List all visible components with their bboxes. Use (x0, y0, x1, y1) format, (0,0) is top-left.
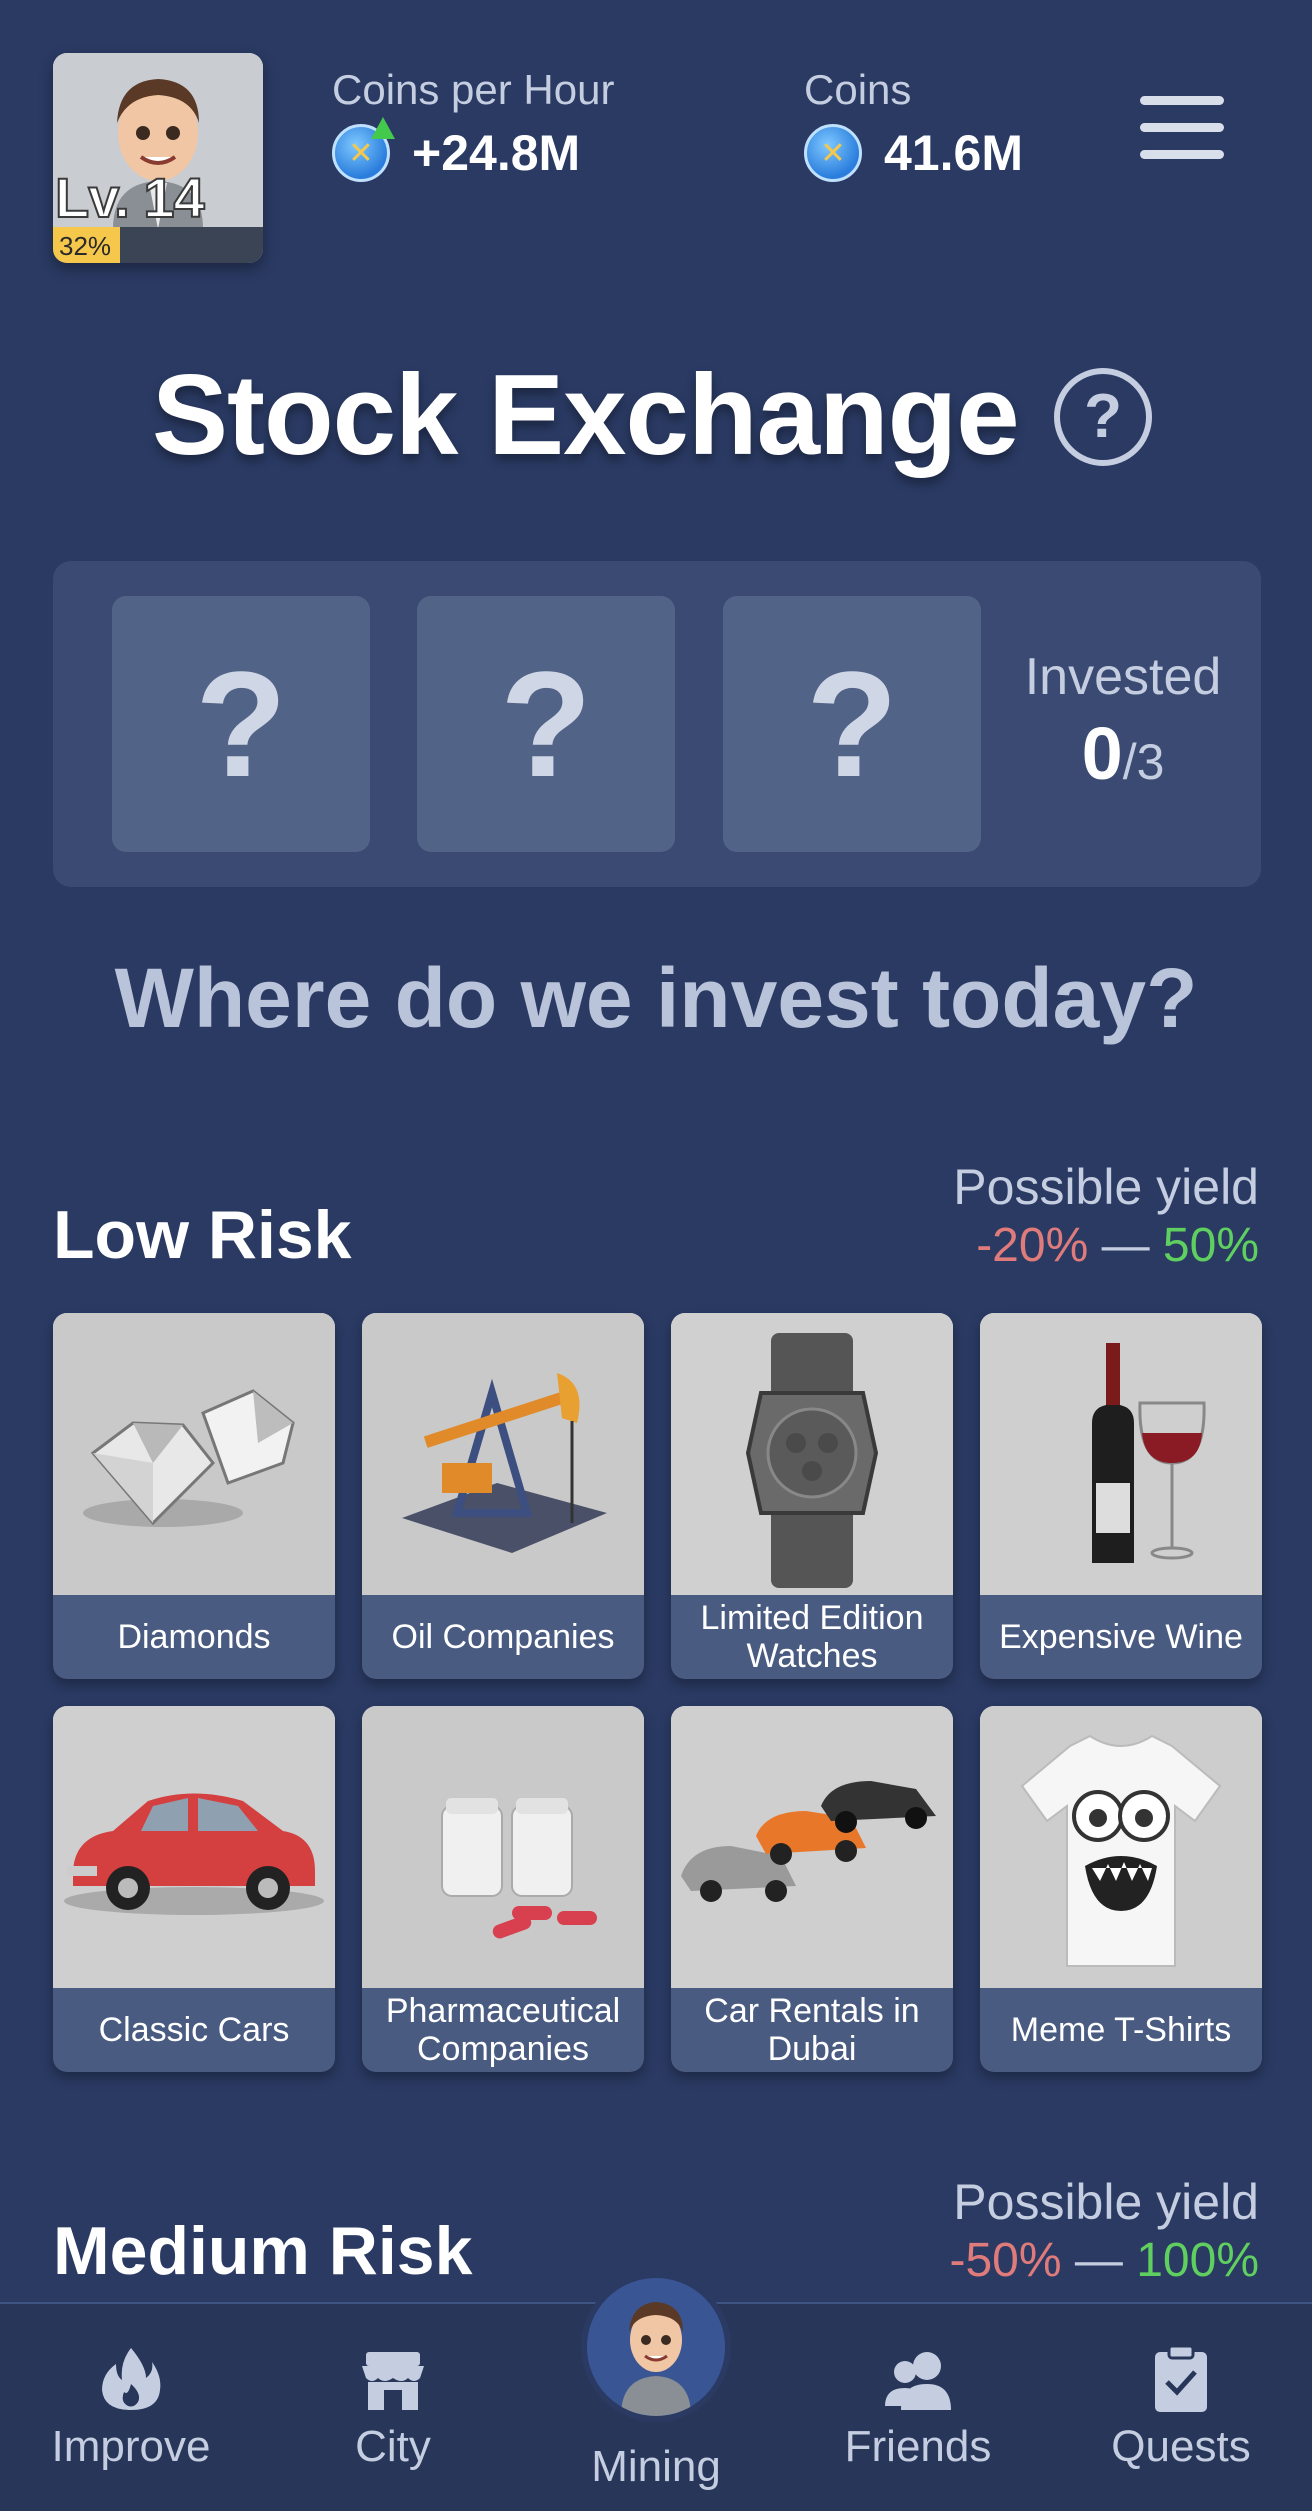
sports-cars-image (671, 1706, 953, 1988)
nav-mining[interactable]: Mining (556, 2272, 756, 2492)
investment-card-expensive-wine[interactable]: Expensive Wine (980, 1313, 1262, 1679)
yield-separator: — (1061, 2234, 1137, 2287)
low-risk-yield-range: -20% — 50% (976, 1218, 1259, 1273)
investment-card-pharmaceutical-companies[interactable]: Pharmaceutical Companies (362, 1706, 644, 2072)
coins-per-hour-stat: Coins per Hour ✕ +24.8M (332, 66, 614, 182)
coin-icon: ✕ (332, 117, 395, 182)
nav-label: Friends (844, 2422, 992, 2471)
card-label: Oil Companies (391, 1618, 615, 1656)
medium-risk-yield-label: Possible yield (953, 2174, 1259, 2230)
yield-min: -50% (949, 2234, 1062, 2287)
nav-label: Quests (1111, 2422, 1251, 2471)
clipboard-check-icon (1155, 2344, 1207, 2412)
page-title: Stock Exchange (152, 352, 1020, 479)
tshirt-image (980, 1706, 1262, 1988)
card-label: Limited Edition Watches (700, 1599, 924, 1675)
pills-image (362, 1706, 644, 1988)
invested-label: Invested (1024, 648, 1222, 706)
coins-per-hour-label: Coins per Hour (332, 66, 615, 113)
coins-per-hour-value: +24.8M (412, 125, 581, 181)
invested-count-value: 0 (1081, 712, 1123, 795)
investment-card-oil-companies[interactable]: Oil Companies (362, 1313, 644, 1679)
nav-label: Mining (591, 2442, 721, 2491)
invested-panel: ? ? ? Invested 0/3 (53, 561, 1261, 887)
card-label: Pharmaceutical Companies (385, 1992, 621, 2068)
invest-prompt: Where do we invest today? (114, 951, 1198, 1045)
yield-separator: — (1088, 1219, 1163, 1272)
yield-min: -20% (976, 1219, 1089, 1272)
flame-icon (102, 2348, 161, 2410)
investment-card-meme-t-shirts[interactable]: Meme T-Shirts (980, 1706, 1262, 2072)
avatar (581, 2272, 731, 2422)
nav-quests[interactable]: Quests (1081, 2344, 1281, 2472)
watch-image (671, 1313, 953, 1595)
investment-slot-3[interactable]: ? (723, 596, 981, 852)
yield-max: 100% (1136, 2234, 1259, 2287)
investment-card-diamonds[interactable]: Diamonds (53, 1313, 335, 1679)
investment-card-car-rentals-in-dubai[interactable]: Car Rentals in Dubai (671, 1706, 953, 2072)
level-text: Lv. 14 (54, 165, 206, 230)
invested-count-total: /3 (1122, 734, 1165, 790)
investment-card-classic-cars[interactable]: Classic Cars (53, 1706, 335, 2072)
low-risk-title: Low Risk (53, 1197, 352, 1273)
nav-improve[interactable]: Improve (31, 2344, 231, 2472)
medium-risk-title: Medium Risk (53, 2213, 473, 2289)
nav-city[interactable]: City (293, 2344, 493, 2472)
help-icon[interactable]: ? (1054, 368, 1152, 466)
level-progress-text: 32% (59, 231, 112, 261)
top-header: Lv. 14 32% Coins per Hour ✕ +24.8M Coins… (0, 0, 1312, 300)
nav-label: Improve (51, 2422, 211, 2471)
wine-image (980, 1313, 1262, 1595)
card-label: Meme T-Shirts (1010, 2011, 1232, 2049)
coins-label: Coins (804, 66, 912, 113)
hamburger-menu-icon[interactable] (1140, 96, 1224, 160)
classic-car-image (53, 1706, 335, 1988)
investment-card-limited-edition-watches[interactable]: Limited Edition Watches (671, 1313, 953, 1679)
card-label: Diamonds (117, 1618, 271, 1656)
coins-stat: Coins ✕ 41.6M (804, 66, 1023, 182)
arrow-up-icon (371, 117, 395, 139)
friends-icon (885, 2352, 951, 2410)
coins-value: 41.6M (884, 125, 1023, 181)
nav-friends[interactable]: Friends (818, 2344, 1018, 2472)
diamonds-image (53, 1313, 335, 1595)
card-label: Expensive Wine (999, 1618, 1243, 1656)
medium-risk-yield-range: -50% — 100% (950, 2233, 1260, 2288)
card-label: Classic Cars (98, 2011, 290, 2049)
yield-max: 50% (1162, 1219, 1259, 1272)
oil-pump-image (362, 1313, 644, 1595)
player-avatar-card[interactable]: Lv. 14 32% (53, 53, 263, 263)
nav-label: City (355, 2422, 431, 2471)
low-risk-yield-label: Possible yield (953, 1159, 1259, 1215)
bottom-navigation: Improve City Mining Friends Quests (0, 2272, 1312, 2511)
shop-icon (362, 2352, 424, 2410)
level-progress-bar: 32% (53, 227, 263, 263)
coin-icon: ✕ (804, 124, 862, 182)
card-label: Car Rentals in Dubai (704, 1992, 920, 2068)
investment-slot-1[interactable]: ? (112, 596, 370, 852)
investment-slot-2[interactable]: ? (417, 596, 675, 852)
invested-count: 0/3 (1003, 711, 1243, 796)
